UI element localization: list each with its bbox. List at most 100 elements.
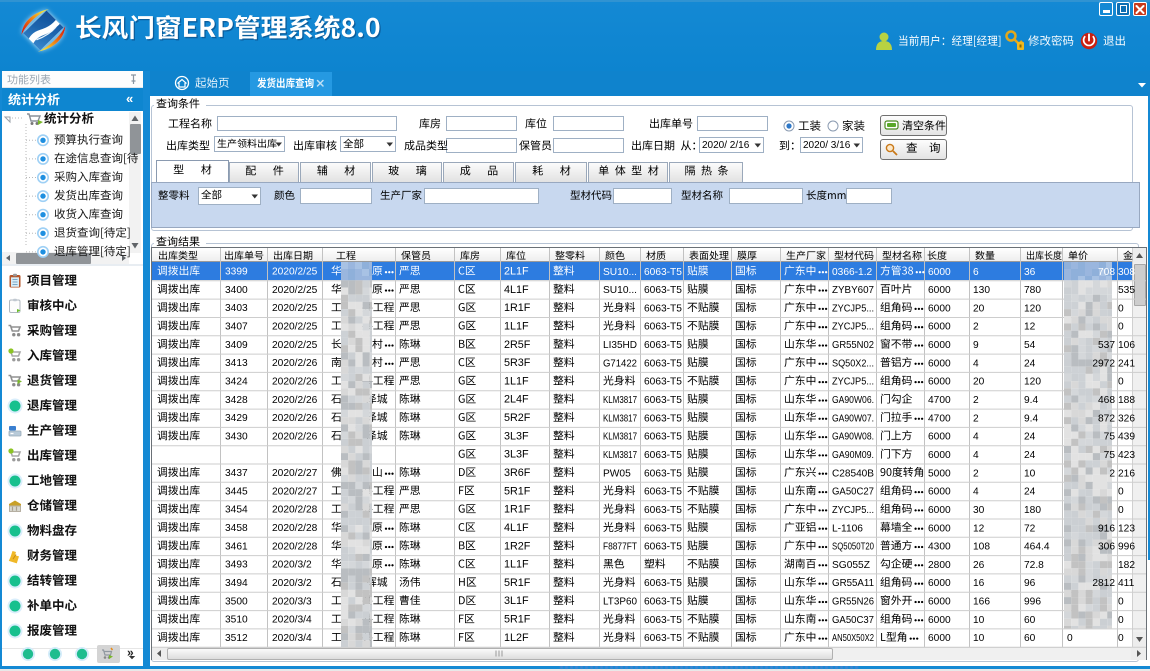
svg-text:1L1F: 1L1F: [504, 320, 529, 332]
svg-text:2020/2/25: 2020/2/25: [272, 340, 318, 351]
svg-text:3400: 3400: [225, 285, 248, 296]
svg-text:3510: 3510: [225, 615, 248, 626]
svg-text:5R2F: 5R2F: [504, 412, 531, 424]
svg-text:130: 130: [973, 285, 990, 296]
svg-text:180: 180: [1024, 505, 1041, 516]
svg-text:6063-T5: 6063-T5: [644, 322, 682, 333]
svg-text:72.8: 72.8: [1024, 560, 1044, 571]
svg-text:3413: 3413: [225, 358, 248, 369]
svg-text:6000: 6000: [928, 322, 951, 333]
svg-text:0: 0: [1118, 615, 1124, 626]
svg-text:6000: 6000: [928, 340, 951, 351]
svg-text:6063-T5: 6063-T5: [644, 597, 682, 608]
svg-text:6000: 6000: [928, 487, 951, 498]
svg-text:182: 182: [1118, 560, 1135, 571]
svg-text:SQ50X2...: SQ50X2...: [832, 358, 874, 369]
svg-text:6063-T5: 6063-T5: [644, 413, 682, 424]
svg-text:3407: 3407: [225, 322, 248, 333]
svg-text:ZYCJP5...: ZYCJP5...: [832, 303, 874, 314]
svg-text:4: 4: [973, 487, 979, 498]
svg-text:26: 26: [973, 560, 985, 571]
svg-text:6063-T5: 6063-T5: [644, 285, 682, 296]
svg-text:30: 30: [973, 505, 985, 516]
svg-text:5R1F: 5R1F: [504, 485, 531, 497]
svg-text:6000: 6000: [928, 285, 951, 296]
svg-text:2020/2/26: 2020/2/26: [272, 395, 318, 406]
svg-text:KLM3817: KLM3817: [603, 432, 637, 443]
svg-text:2: 2: [1109, 468, 1115, 479]
svg-text:3512: 3512: [225, 633, 248, 644]
svg-text:2020/ 3/16: 2020/ 3/16: [803, 140, 851, 151]
svg-text:G71422: G71422: [603, 358, 637, 369]
svg-text:423: 423: [1118, 450, 1135, 461]
svg-text:12: 12: [1024, 322, 1036, 333]
svg-text:2020/2/28: 2020/2/28: [272, 523, 318, 534]
svg-text:108: 108: [973, 542, 990, 553]
svg-text:6000: 6000: [928, 303, 951, 314]
svg-text:«: «: [126, 91, 133, 106]
svg-text:»: »: [127, 645, 134, 659]
svg-text:2020/2/25: 2020/2/25: [272, 322, 318, 333]
svg-text:6000: 6000: [928, 633, 951, 644]
svg-text:C28540B: C28540B: [832, 468, 874, 479]
svg-text:0: 0: [1118, 597, 1124, 608]
svg-text:0: 0: [1067, 633, 1073, 644]
svg-text:36: 36: [1024, 267, 1036, 278]
svg-text:916: 916: [1098, 523, 1115, 534]
svg-text:24: 24: [1024, 432, 1036, 443]
svg-text:LT3P60: LT3P60: [603, 597, 637, 608]
svg-text:6063-T5: 6063-T5: [644, 358, 682, 369]
svg-text:6000: 6000: [928, 615, 951, 626]
svg-text:1L1F: 1L1F: [504, 559, 529, 571]
svg-text:3429: 3429: [225, 413, 248, 424]
svg-text:5R1F: 5R1F: [504, 614, 531, 626]
svg-text:2020/2/26: 2020/2/26: [272, 432, 318, 443]
svg-text:5R3F: 5R3F: [504, 357, 531, 369]
svg-text:123: 123: [1118, 523, 1135, 534]
svg-text:9.4: 9.4: [1024, 395, 1038, 406]
svg-text:2L1F: 2L1F: [504, 266, 529, 278]
svg-text:2L4F: 2L4F: [504, 394, 529, 406]
svg-text:0: 0: [1118, 377, 1124, 388]
svg-text:0: 0: [1118, 322, 1124, 333]
svg-text:872: 872: [1098, 413, 1115, 424]
svg-text:3399: 3399: [225, 267, 248, 278]
svg-text:537: 537: [1098, 340, 1115, 351]
svg-text:GA50C27: GA50C27: [832, 487, 874, 498]
svg-text:GR55N02: GR55N02: [832, 340, 874, 351]
svg-text:2: 2: [973, 413, 979, 424]
svg-text:166: 166: [973, 597, 990, 608]
svg-text:2020/2/27: 2020/2/27: [272, 486, 318, 497]
svg-text:F8877FT: F8877FT: [603, 542, 637, 553]
svg-text:464.4: 464.4: [1024, 542, 1050, 553]
svg-text:6000: 6000: [928, 578, 951, 589]
svg-text:3424: 3424: [225, 377, 248, 388]
svg-text:12: 12: [973, 523, 985, 534]
svg-text:241: 241: [1118, 358, 1135, 369]
svg-text:10: 10: [1024, 468, 1036, 479]
svg-text:20: 20: [973, 303, 985, 314]
svg-text:75: 75: [1104, 432, 1116, 443]
svg-text:3437: 3437: [225, 468, 248, 479]
svg-text:6063-T5: 6063-T5: [644, 615, 682, 626]
svg-text:1L2F: 1L2F: [504, 632, 529, 644]
svg-text:2020/ 2/16: 2020/ 2/16: [702, 140, 750, 151]
svg-text:GR55N26: GR55N26: [832, 597, 874, 608]
svg-text:GA90W07.: GA90W07.: [832, 413, 874, 424]
svg-text:72: 72: [1024, 523, 1036, 534]
svg-text:24: 24: [1024, 358, 1036, 369]
svg-text:3L1F: 3L1F: [504, 595, 529, 607]
svg-text:GA50C37: GA50C37: [832, 615, 874, 626]
svg-text:KLM3817: KLM3817: [603, 450, 637, 461]
svg-text:6063-T5: 6063-T5: [644, 578, 682, 589]
svg-text:ZYCJP5...: ZYCJP5...: [832, 505, 874, 516]
svg-text:54: 54: [1024, 340, 1036, 351]
svg-text:20: 20: [973, 377, 985, 388]
svg-text:2020/3/3: 2020/3/3: [272, 596, 312, 607]
svg-text:2020/3/4: 2020/3/4: [272, 633, 312, 644]
svg-text:120: 120: [1024, 377, 1041, 388]
svg-text:2812: 2812: [1092, 578, 1115, 589]
svg-text:6063-T5: 6063-T5: [644, 523, 682, 534]
svg-text:KLM3817: KLM3817: [603, 395, 637, 406]
svg-text:6063-T5: 6063-T5: [644, 303, 682, 314]
